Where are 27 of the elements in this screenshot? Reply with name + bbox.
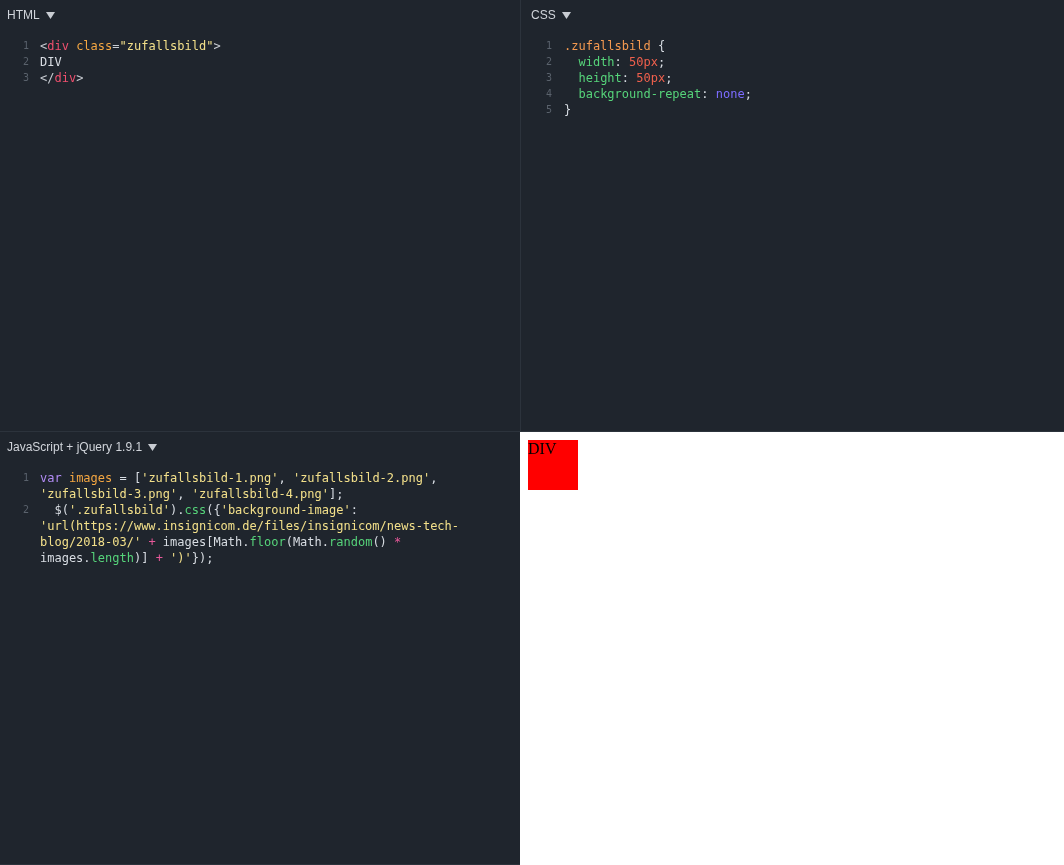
line-number: 3: [544, 71, 553, 85]
caret-icon: [561, 11, 571, 19]
code-line: <div class="zufallsbild">: [40, 38, 222, 54]
line-number: 1: [544, 39, 553, 53]
code-line: height: 50px;: [577, 70, 674, 86]
code-line: var images = ['zufallsbild-1.png', 'zufallsbild-2.png', 'zufallsbild-3.png', 'zufallsbild-4.png'];: [40, 470, 439, 502]
caret-icon: [148, 443, 158, 451]
editor-language-dropdown[interactable]: HTML: [7, 8, 55, 22]
code-line: </div>: [40, 70, 85, 86]
code-line: width: 50px;: [577, 54, 667, 70]
editor-language-dropdown[interactable]: JavaScript + jQuery 1.9.1: [7, 440, 158, 454]
line-number: 1: [21, 471, 30, 485]
line-number: 2: [21, 503, 30, 517]
code-line: $('.zufallsbild').css({'background-image': 'url(https://www.insignicom.de/files/insignicom/news-tech-blog/2018-03/' + images[Math.floor(Math.random() * images.length)] + ')'});: [40, 502, 461, 566]
code-line: }: [564, 102, 573, 118]
result-div: DIV: [528, 440, 578, 490]
line-number: 2: [21, 55, 30, 69]
line-number: 2: [544, 55, 553, 69]
line-number: 5: [544, 103, 553, 117]
code-line: background-repeat: none;: [577, 86, 753, 102]
line-number: 1: [21, 39, 30, 53]
caret-icon: [45, 11, 55, 19]
line-number: 4: [544, 87, 553, 101]
editor-language-dropdown[interactable]: CSS: [531, 8, 571, 22]
code-line: .zufallsbild {: [564, 38, 667, 54]
code-line: DIV: [40, 54, 63, 70]
line-number: 3: [21, 71, 30, 85]
